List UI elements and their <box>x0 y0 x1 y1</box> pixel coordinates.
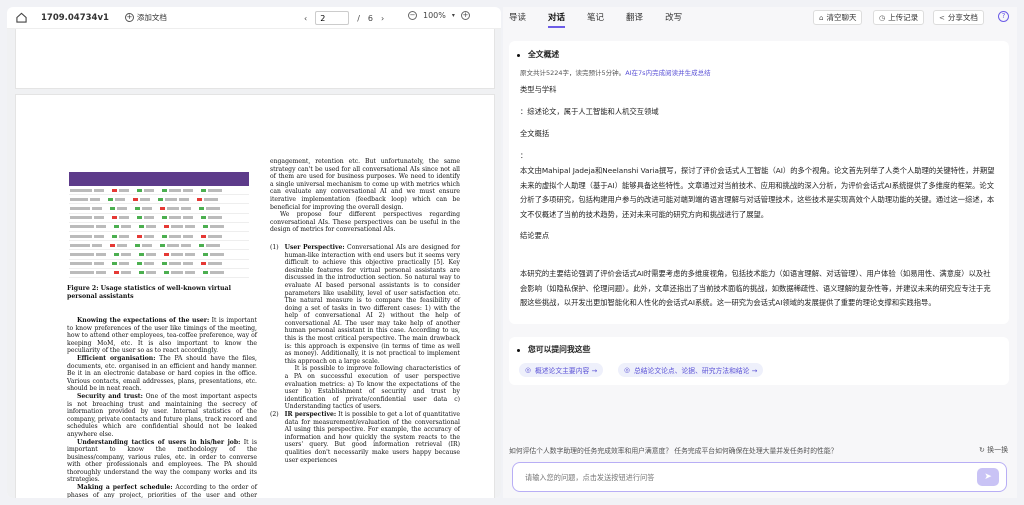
document-toolbar: 1709.04734v1 + 添加文档 ‹ / 6 › − 100% ▾ + <box>7 7 501 29</box>
document-viewer[interactable]: Figure 2: Usage statistics of well-known… <box>7 29 501 498</box>
previous-page <box>15 29 495 89</box>
zoom-level[interactable]: 100% <box>423 11 446 20</box>
assistant-panel: 导读 对话 笔记 翻译 改写 ⌂ 清空聊天 ◷ 上传记录 < 分享文档 ? 全文概述 … <box>503 7 1017 498</box>
summary-meta: 原文共计5224字，读完预计5分钟。AI在7s内完成阅读并生成总结 <box>520 69 711 77</box>
table-row <box>69 204 249 214</box>
list-item: (2) IR perspective: It is possible to ge… <box>270 411 460 464</box>
home-icon[interactable] <box>15 12 27 24</box>
zoom-control: − 100% ▾ + <box>408 11 470 20</box>
table-row <box>69 250 249 260</box>
paragraph: Efficient organisation: The PA should ha… <box>67 354 257 393</box>
paragraph: Understanding tactics of users in his/he… <box>67 438 258 484</box>
clock-icon: ◷ <box>879 13 886 22</box>
share-document-button[interactable]: < 分享文档 <box>933 10 984 25</box>
refresh-questions-button[interactable]: ↻ 换一换 <box>979 445 1008 455</box>
page-separator: / <box>357 13 360 23</box>
page-total: 6 <box>367 13 373 23</box>
suggestion-arguments[interactable]: ◎ 总结论文论点、论据、研究方法和结论 → <box>618 363 764 377</box>
tab-rewrite[interactable]: 改写 <box>665 11 682 28</box>
add-document-button[interactable]: + 添加文档 <box>124 12 167 23</box>
conclusion-text: 本研究的主要结论强调了评价会话式AI时需要考虑的多维度视角，包括技术能力（如语言… <box>520 269 991 307</box>
page-input[interactable] <box>315 11 350 25</box>
paragraph: Knowing the expectations of the user: It… <box>67 317 257 355</box>
table-row <box>69 232 249 242</box>
table-row <box>69 260 249 269</box>
refresh-icon: ↻ <box>979 446 985 454</box>
plus-icon: + <box>124 13 134 22</box>
suggestions-card: 您可以提问我这些 ◎ 概述论文主要内容 → ◎ 总结论文论点、论据、研究方法和结论 … <box>509 337 1009 385</box>
tab-chat[interactable]: 对话 <box>548 11 566 28</box>
share-icon: < <box>939 13 945 22</box>
suggestion-summary[interactable]: ◎ 概述论文主要内容 → <box>519 363 604 377</box>
suggested-questions[interactable]: 如何评估个人数字助理的任务完成效率和用户满意度？ 任务完成平台如何确保在处理大量… <box>509 445 837 455</box>
summary-card: 全文概述 原文共计5224字，读完预计5分钟。AI在7s内完成阅读并生成总结 类… <box>509 41 1009 324</box>
figure-caption: Figure 2: Usage statistics of well-known… <box>67 285 231 300</box>
paragraph: Security and trust: One of the most impo… <box>67 392 258 438</box>
paragraph: engagement, retention etc. But unfortuna… <box>270 158 460 211</box>
type-heading: 类型与学科 <box>520 85 557 94</box>
broom-icon: ⌂ <box>819 13 824 22</box>
overview-heading: 全文概括 <box>520 129 550 138</box>
summary-title: 全文概述 <box>517 49 559 60</box>
left-column: Knowing the expectations of the user: It… <box>67 317 257 498</box>
clear-chat-button[interactable]: ⌂ 清空聊天 <box>813 10 863 25</box>
paragraph: Making a perfect schedule: According to … <box>67 484 257 498</box>
help-icon[interactable]: ? <box>998 11 1009 22</box>
table-row <box>69 241 249 251</box>
overview-text: 本文由Mahipal Jadeja和Neelanshi Varia撰写，探讨了评… <box>520 166 995 219</box>
pager: ‹ / 6 › <box>304 11 384 25</box>
table-header <box>69 172 249 186</box>
zoom-in-icon[interactable]: + <box>460 11 470 20</box>
add-document-label: 添加文档 <box>136 13 167 22</box>
tab-guide[interactable]: 导读 <box>509 11 526 28</box>
table-row <box>69 269 249 278</box>
table-row <box>69 195 249 205</box>
usage-statistics-table <box>69 172 249 278</box>
table-row <box>69 223 249 232</box>
question-input[interactable] <box>512 462 1007 492</box>
type-value: ：综述论文，属于人工智能和人机交互领域 <box>520 107 659 116</box>
pdf-page: Figure 2: Usage statistics of well-known… <box>15 94 495 498</box>
overview-colon: ： <box>520 151 528 160</box>
table-row <box>69 186 249 196</box>
sparkle-icon: ◎ <box>525 366 531 374</box>
chevron-down-icon[interactable]: ▾ <box>452 12 455 19</box>
conclusion-heading: 结论要点 <box>520 231 550 240</box>
suggestions-title: 您可以提问我这些 <box>517 344 590 355</box>
tab-notes[interactable]: 笔记 <box>587 11 604 28</box>
document-panel: 1709.04734v1 + 添加文档 ‹ / 6 › − 100% ▾ + <box>7 7 501 498</box>
list-item: (1) User Perspective: Conversational AIs… <box>270 243 460 411</box>
zoom-out-icon[interactable]: − <box>408 11 417 20</box>
tab-bar: 导读 对话 笔记 翻译 改写 <box>509 11 682 28</box>
sparkle-icon: ◎ <box>624 366 630 374</box>
chevron-right-icon[interactable]: › <box>381 14 384 23</box>
right-column: engagement, retention etc. But unfortuna… <box>270 158 460 464</box>
send-icon[interactable]: ➤ <box>977 468 999 486</box>
table-row <box>69 214 249 223</box>
file-title: 1709.04734v1 <box>41 12 109 23</box>
chevron-left-icon[interactable]: ‹ <box>304 14 307 23</box>
paragraph: We propose four different perspectives r… <box>270 211 460 234</box>
tab-translate[interactable]: 翻译 <box>626 11 643 28</box>
upload-records-button[interactable]: ◷ 上传记录 <box>873 10 925 25</box>
